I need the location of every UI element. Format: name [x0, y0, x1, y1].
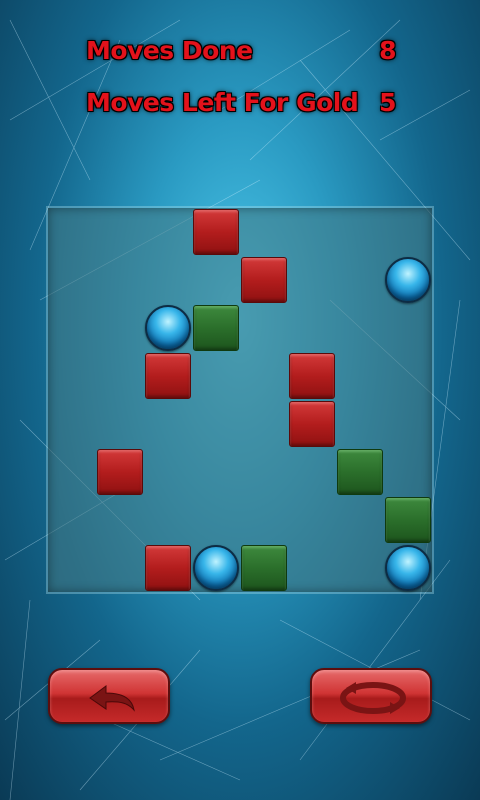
blue-ball[interactable] — [144, 304, 192, 352]
undo-button[interactable] — [48, 668, 170, 724]
blue-ball[interactable] — [384, 256, 432, 304]
moves-left-for-gold-label: Moves Left For Gold — [86, 88, 359, 117]
block-sprite — [289, 401, 335, 447]
red-block[interactable] — [240, 256, 288, 304]
blue-ball[interactable] — [384, 544, 432, 592]
block-sprite — [193, 209, 239, 255]
block-sprite — [97, 449, 143, 495]
ball-sprite — [385, 257, 431, 303]
blue-ball[interactable] — [192, 544, 240, 592]
block-sprite — [289, 353, 335, 399]
block-sprite — [193, 305, 239, 351]
red-block[interactable] — [144, 544, 192, 592]
moves-done-stat: Moves Done 8 — [86, 36, 396, 72]
ball-sprite — [145, 305, 191, 351]
reset-button[interactable] — [310, 668, 432, 724]
ball-sprite — [385, 545, 431, 591]
red-block[interactable] — [288, 400, 336, 448]
green-block[interactable] — [240, 544, 288, 592]
reset-cycle-icon — [340, 682, 406, 714]
red-block[interactable] — [96, 448, 144, 496]
red-block[interactable] — [288, 352, 336, 400]
red-block[interactable] — [192, 208, 240, 256]
block-sprite — [241, 545, 287, 591]
game-board[interactable] — [48, 208, 432, 592]
green-block[interactable] — [384, 496, 432, 544]
block-sprite — [145, 545, 191, 591]
moves-left-for-gold-value: 5 — [379, 88, 396, 117]
block-sprite — [337, 449, 383, 495]
red-block[interactable] — [144, 352, 192, 400]
undo-arrow-icon — [89, 685, 135, 712]
moves-done-value: 8 — [379, 36, 396, 65]
ball-sprite — [193, 545, 239, 591]
block-sprite — [241, 257, 287, 303]
green-block[interactable] — [192, 304, 240, 352]
green-block[interactable] — [336, 448, 384, 496]
moves-done-label: Moves Done — [86, 36, 253, 65]
moves-left-for-gold-stat: Moves Left For Gold 5 — [86, 88, 396, 124]
block-sprite — [145, 353, 191, 399]
block-sprite — [385, 497, 431, 543]
